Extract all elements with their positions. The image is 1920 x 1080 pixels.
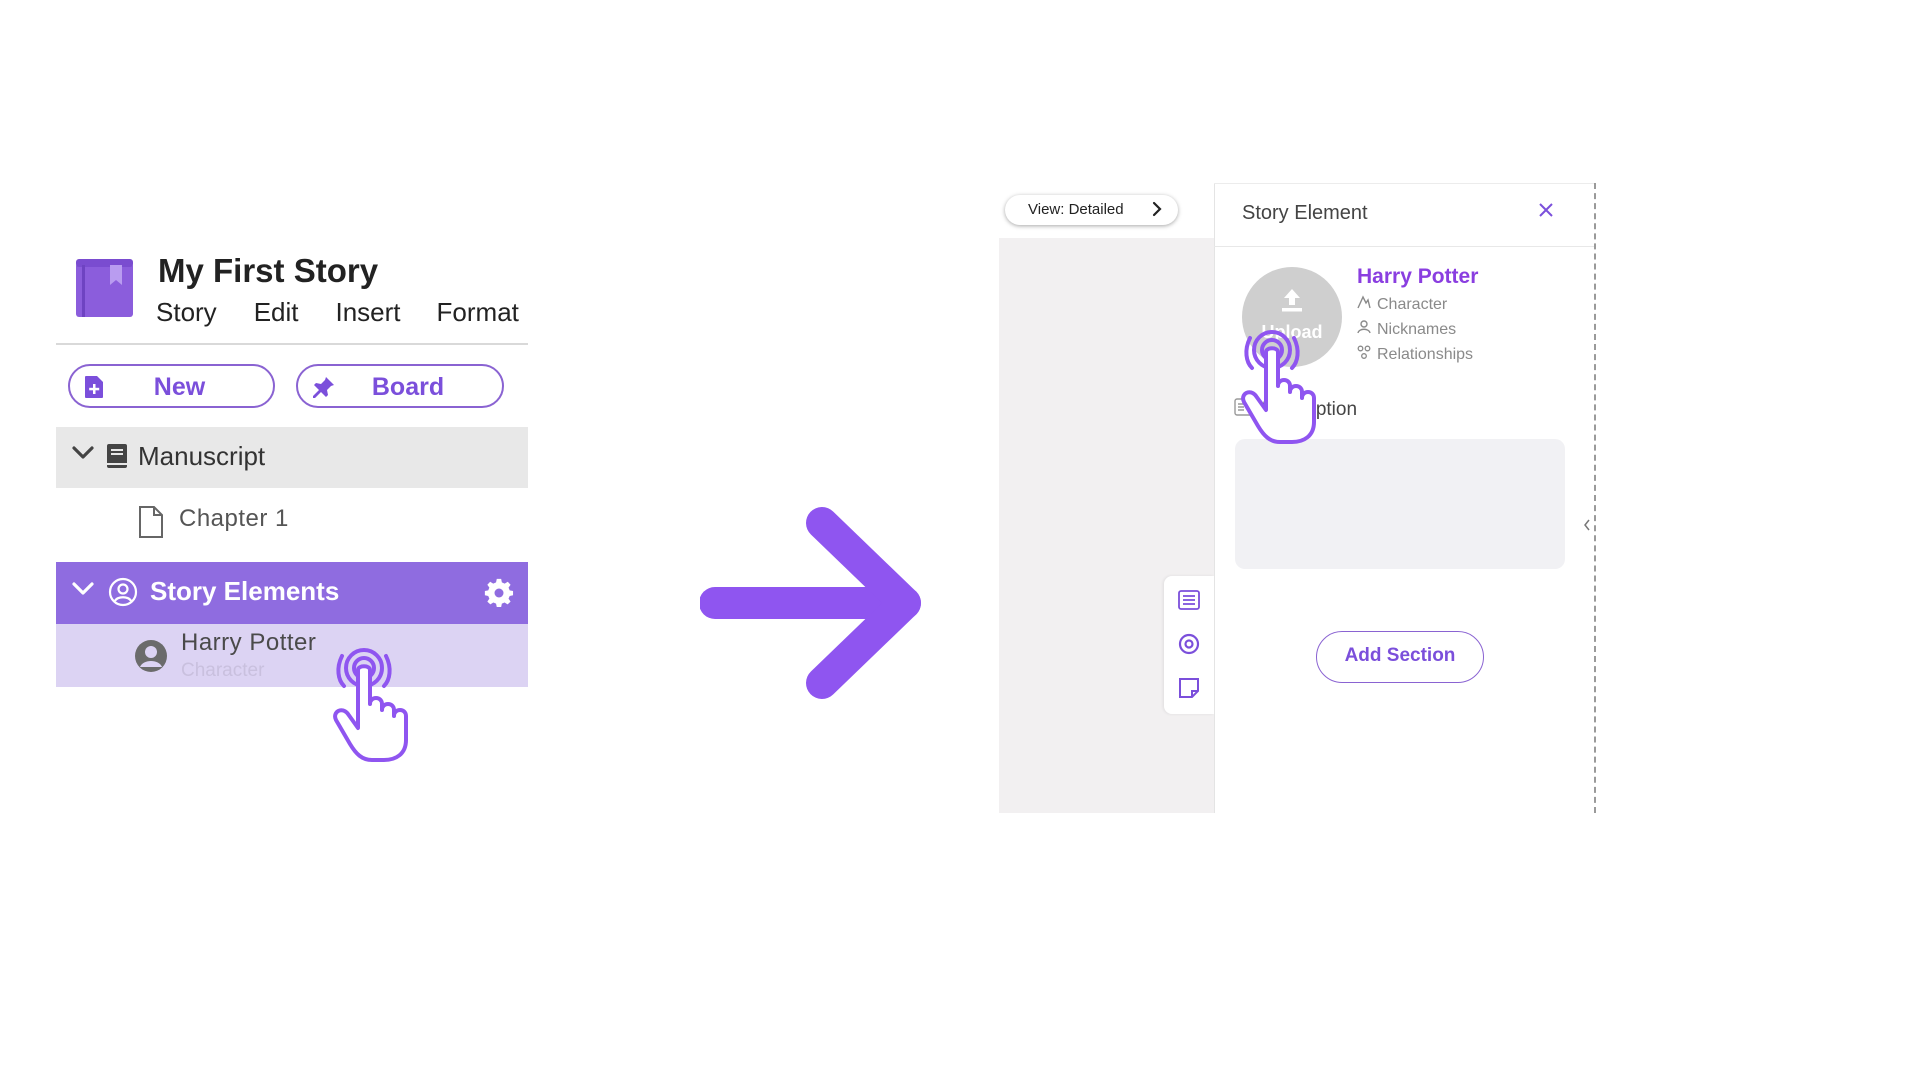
board-button-label: Board bbox=[371, 373, 445, 401]
element-type-field[interactable]: Character bbox=[1357, 295, 1447, 314]
menu-story[interactable]: Story bbox=[156, 297, 217, 328]
nicknames-label: Nicknames bbox=[1377, 320, 1457, 338]
panel-top-border bbox=[1214, 183, 1594, 184]
menu-bar: Story Edit Insert Format bbox=[156, 297, 519, 328]
tap-hand-icon bbox=[1236, 322, 1340, 451]
menu-insert[interactable]: Insert bbox=[336, 297, 401, 328]
upload-icon bbox=[1280, 287, 1304, 318]
target-icon[interactable] bbox=[1177, 632, 1201, 661]
app-title: My First Story bbox=[158, 252, 379, 289]
transition-arrow-icon bbox=[699, 505, 930, 710]
tree-item-manuscript[interactable]: Manuscript bbox=[56, 427, 528, 488]
side-toolbar bbox=[1164, 576, 1214, 714]
relationships-icon bbox=[1357, 345, 1371, 364]
board-button[interactable]: Board bbox=[296, 364, 504, 408]
manuscript-book-icon bbox=[106, 443, 128, 474]
document-icon bbox=[138, 506, 164, 543]
chevron-down-icon[interactable] bbox=[72, 581, 94, 602]
panel-title: Story Element bbox=[1242, 202, 1368, 224]
tree-item-story-elements[interactable]: Story Elements bbox=[56, 562, 528, 624]
tree-item-label: Chapter 1 bbox=[179, 505, 289, 532]
element-type: Character bbox=[181, 660, 265, 681]
user-circle-icon bbox=[108, 577, 138, 612]
chevron-right-icon bbox=[1151, 200, 1163, 222]
add-section-button[interactable]: Add Section bbox=[1316, 631, 1484, 683]
chevron-down-icon[interactable] bbox=[72, 445, 94, 466]
view-mode-label: View: Detailed bbox=[1028, 201, 1124, 218]
left-sidebar: My First Story Story Edit Insert Format … bbox=[0, 0, 700, 1080]
avatar-icon bbox=[134, 639, 168, 678]
panel-header-divider bbox=[1214, 246, 1594, 247]
close-icon[interactable] bbox=[1538, 202, 1554, 223]
tree-item-label: Manuscript bbox=[138, 441, 266, 471]
element-name: Harry Potter bbox=[181, 629, 317, 656]
book-icon bbox=[76, 259, 135, 317]
character-icon bbox=[1357, 295, 1371, 314]
new-button-label: New bbox=[153, 373, 206, 401]
panel-right-border bbox=[1594, 183, 1596, 813]
element-type-label: Character bbox=[1377, 295, 1448, 313]
tree-item-harry-potter[interactable]: Harry Potter Character bbox=[56, 624, 528, 687]
tree-item-chapter[interactable]: Chapter 1 bbox=[56, 488, 528, 560]
tap-hand-icon bbox=[328, 640, 432, 769]
canvas-area bbox=[999, 183, 1214, 813]
relationships-label: Relationships bbox=[1377, 345, 1474, 363]
relationships-field[interactable]: Relationships bbox=[1357, 345, 1473, 364]
person-icon bbox=[1357, 320, 1371, 339]
tree-item-label: Story Elements bbox=[150, 576, 340, 606]
header-divider bbox=[56, 343, 528, 345]
nicknames-field[interactable]: Nicknames bbox=[1357, 320, 1456, 339]
note-icon[interactable] bbox=[1177, 676, 1201, 705]
resize-handle-icon[interactable] bbox=[1583, 518, 1591, 536]
menu-edit[interactable]: Edit bbox=[254, 297, 299, 328]
element-name[interactable]: Harry Potter bbox=[1357, 265, 1478, 289]
new-button[interactable]: New bbox=[68, 364, 275, 408]
menu-format[interactable]: Format bbox=[437, 297, 519, 328]
gear-icon[interactable] bbox=[484, 578, 514, 613]
description-textarea[interactable] bbox=[1235, 439, 1565, 569]
view-mode-button[interactable]: View: Detailed bbox=[1005, 195, 1178, 225]
list-icon[interactable] bbox=[1177, 588, 1201, 617]
